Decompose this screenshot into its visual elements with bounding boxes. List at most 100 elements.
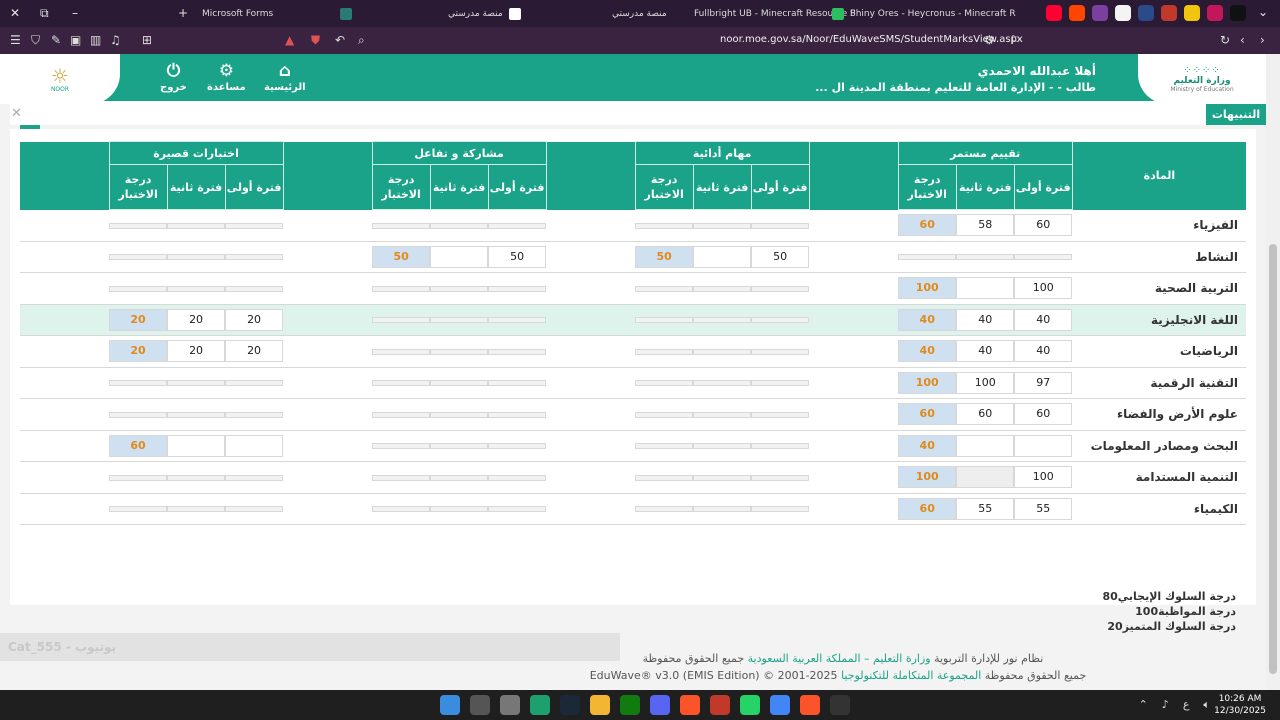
menu-icon[interactable]: ☰ [10,33,21,47]
empty-score-cell [635,411,694,418]
language-indicator[interactable]: ع [1183,698,1190,712]
steam-icon[interactable] [560,695,580,715]
empty-score-cell [167,380,226,387]
noor-mark-icon: ☼ [51,63,69,88]
empty-score-cell [109,506,168,513]
task-view-icon[interactable] [500,695,520,715]
bookmark-icon[interactable]: ⚐ [1010,33,1021,47]
youtube-icon[interactable] [1046,5,1062,21]
empty-score-cell [693,317,752,324]
back-icon[interactable]: ↶ [335,33,345,47]
chevron-up-icon[interactable]: ⌃ [1139,698,1148,712]
reload-icon[interactable]: ↻ [1220,33,1230,47]
window-icon[interactable]: ▣ [70,33,81,47]
empty-score-cell [693,285,752,292]
mic-icon[interactable]: ♪ [1162,698,1169,712]
tune-icon[interactable]: ⚙ [984,33,995,47]
extension-icon[interactable] [1207,5,1223,21]
table-row: التنمية المستدامة 100 100 [20,462,1246,493]
bulb-icon[interactable] [1184,5,1200,21]
chrome-icon[interactable] [770,695,790,715]
music-icon[interactable]: ♫ [110,33,121,47]
discord-icon[interactable] [650,695,670,715]
empty-score-cell [751,443,810,450]
github-icon[interactable] [830,695,850,715]
tab-group-icon[interactable]: ⊞ [142,33,152,47]
score-cell: 40 [1014,340,1073,363]
close-icon[interactable]: ✕ [10,6,20,20]
menu-dots-icon[interactable]: ⌄ [1258,5,1268,19]
extension-icon[interactable] [1138,5,1154,21]
table-row: التقنية الرقمية 97 100 100 [20,367,1246,399]
empty-score-cell [167,254,226,261]
search-icon[interactable] [470,695,490,715]
reddit-icon[interactable] [1069,5,1085,21]
itg-link[interactable]: المجموعة المتكاملة للتكنولوجيا [841,669,981,682]
edge-icon[interactable] [530,695,550,715]
score-cell: 20 [225,308,284,331]
exam-score-cell: 40 [898,434,957,457]
exam-score-cell: 50 [635,245,694,268]
brave-active-icon[interactable] [800,695,820,715]
empty-score-cell [635,317,694,324]
sidebar-icon[interactable]: ▥ [90,33,101,47]
score-cell: 55 [1014,497,1073,520]
sub-header: فترة أولى [487,164,547,210]
score-cell: 58 [956,214,1015,237]
subject-name: الرياضيات [1179,344,1238,359]
subject-name: علوم الأرض والفضاء [1116,407,1238,422]
tab-madrasati-2[interactable]: منصة مدرستي [448,4,521,24]
folder-icon[interactable] [590,695,610,715]
empty-score-cell [167,285,226,292]
brush-icon[interactable]: ✎ [51,33,61,47]
tab-madrasati-1[interactable] [340,4,352,24]
moe-link[interactable]: وزارة التعليم – المملكة العربية السعودية [748,652,931,665]
help-button[interactable]: ⚙ مساعدة [207,62,246,93]
empty-score-cell [488,222,547,229]
shield-icon[interactable]: ⛉ [31,33,40,48]
empty-score-cell [109,411,168,418]
logout-button[interactable]: ⏻ خروج [160,62,187,93]
empty-score-cell [372,348,431,355]
start-icon[interactable] [440,695,460,715]
search-icon[interactable]: ⌕ [358,33,365,48]
empty-score-cell [430,285,489,292]
taskbar: ⌃ ♪ ع 🔈︎ 10:26 AM 12/30/2025 [0,690,1280,720]
new-tab-icon[interactable]: + [178,6,188,20]
empty-score-cell [488,506,547,513]
volume-icon[interactable]: 🔈︎ [1203,698,1210,712]
exam-score-cell: 20 [109,308,168,331]
clock[interactable]: 10:26 AM 12/30/2025 [1214,693,1266,717]
tab-madrasati-3[interactable]: منصة مدرستي [612,4,667,24]
nav-forward-icon[interactable]: › [1260,33,1265,47]
tab-shiny-ores[interactable]: Shiny Ores - Heycronus - Minecraft R [832,4,1016,24]
behavior-summary: درجة السلوك الإيجابي80 درجة المواظبة100 … [1102,590,1236,633]
url-field[interactable]: noor.moe.gov.sa/Noor/EduWaveSMS/StudentM… [720,34,1023,45]
brave-shield-icon[interactable]: ⛊ [311,33,320,48]
score-cell [225,434,284,457]
tab-microsoft-forms[interactable]: Microsoft Forms [202,4,273,24]
exam-score-cell: 100 [898,277,957,300]
close-icon[interactable]: ✕ [11,106,22,121]
tiktok-icon[interactable] [1230,5,1246,21]
app-icon[interactable] [710,695,730,715]
brave-icon[interactable] [680,695,700,715]
extension-icon[interactable] [1092,5,1108,21]
page-scrollbar[interactable] [1266,54,1280,690]
extension-badge-icon[interactable]: ▲ [285,33,294,47]
empty-score-cell [109,380,168,387]
empty-score-cell [430,222,489,229]
alerts-tab[interactable]: التنبيهات [1206,104,1266,125]
minimize-icon[interactable]: – [72,6,78,20]
empty-score-cell [635,380,694,387]
scrollbar-thumb[interactable] [1269,244,1277,674]
empty-score-cell [167,222,226,229]
score-cell: 20 [167,340,226,363]
nav-back-icon[interactable]: ‹ [1240,33,1245,47]
extension-icon[interactable] [1161,5,1177,21]
active-tab-icon[interactable] [1115,5,1131,21]
home-button[interactable]: ⌂ الرئيسية [264,62,306,93]
xbox-icon[interactable] [620,695,640,715]
restore-icon[interactable]: ⧉ [40,6,49,21]
whatsapp-icon[interactable] [740,695,760,715]
